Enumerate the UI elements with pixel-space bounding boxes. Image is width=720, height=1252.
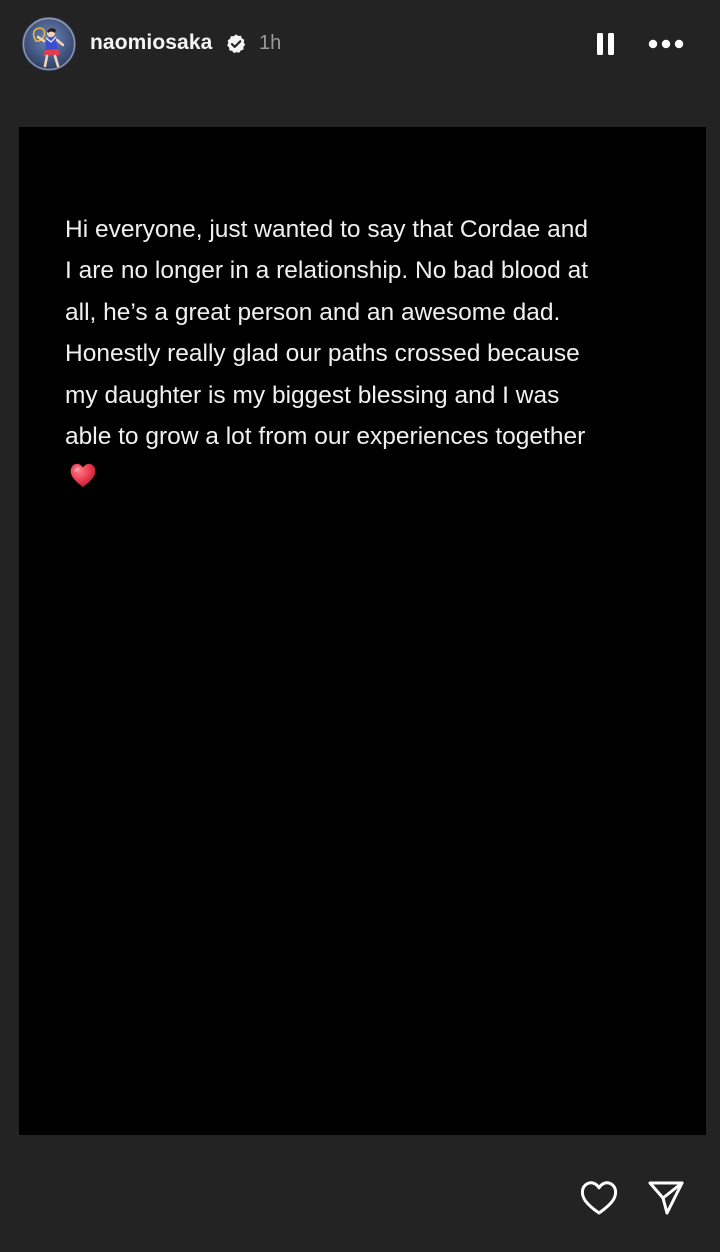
send-icon (648, 1181, 684, 1215)
pause-button[interactable] (592, 30, 620, 58)
verified-badge-icon (225, 33, 247, 55)
share-button[interactable] (645, 1178, 687, 1218)
avatar-image (22, 17, 76, 71)
more-options-button[interactable] (644, 30, 688, 58)
story-header: naomiosaka 1h (0, 0, 720, 90)
story-content[interactable]: Hi everyone, just wanted to say that Cor… (19, 127, 706, 1135)
post-time: 1h (259, 32, 282, 54)
like-button[interactable] (578, 1178, 620, 1218)
username[interactable]: naomiosaka (90, 31, 212, 55)
red-heart-emoji (68, 460, 98, 490)
more-options-icon (648, 39, 684, 49)
story-viewer: naomiosaka 1h Hi everyone, just wanted t… (0, 0, 720, 1252)
avatar[interactable] (22, 17, 76, 71)
story-text: Hi everyone, just wanted to say that Cor… (65, 216, 589, 451)
pause-icon (597, 33, 614, 55)
heart-outline-icon (580, 1181, 618, 1215)
